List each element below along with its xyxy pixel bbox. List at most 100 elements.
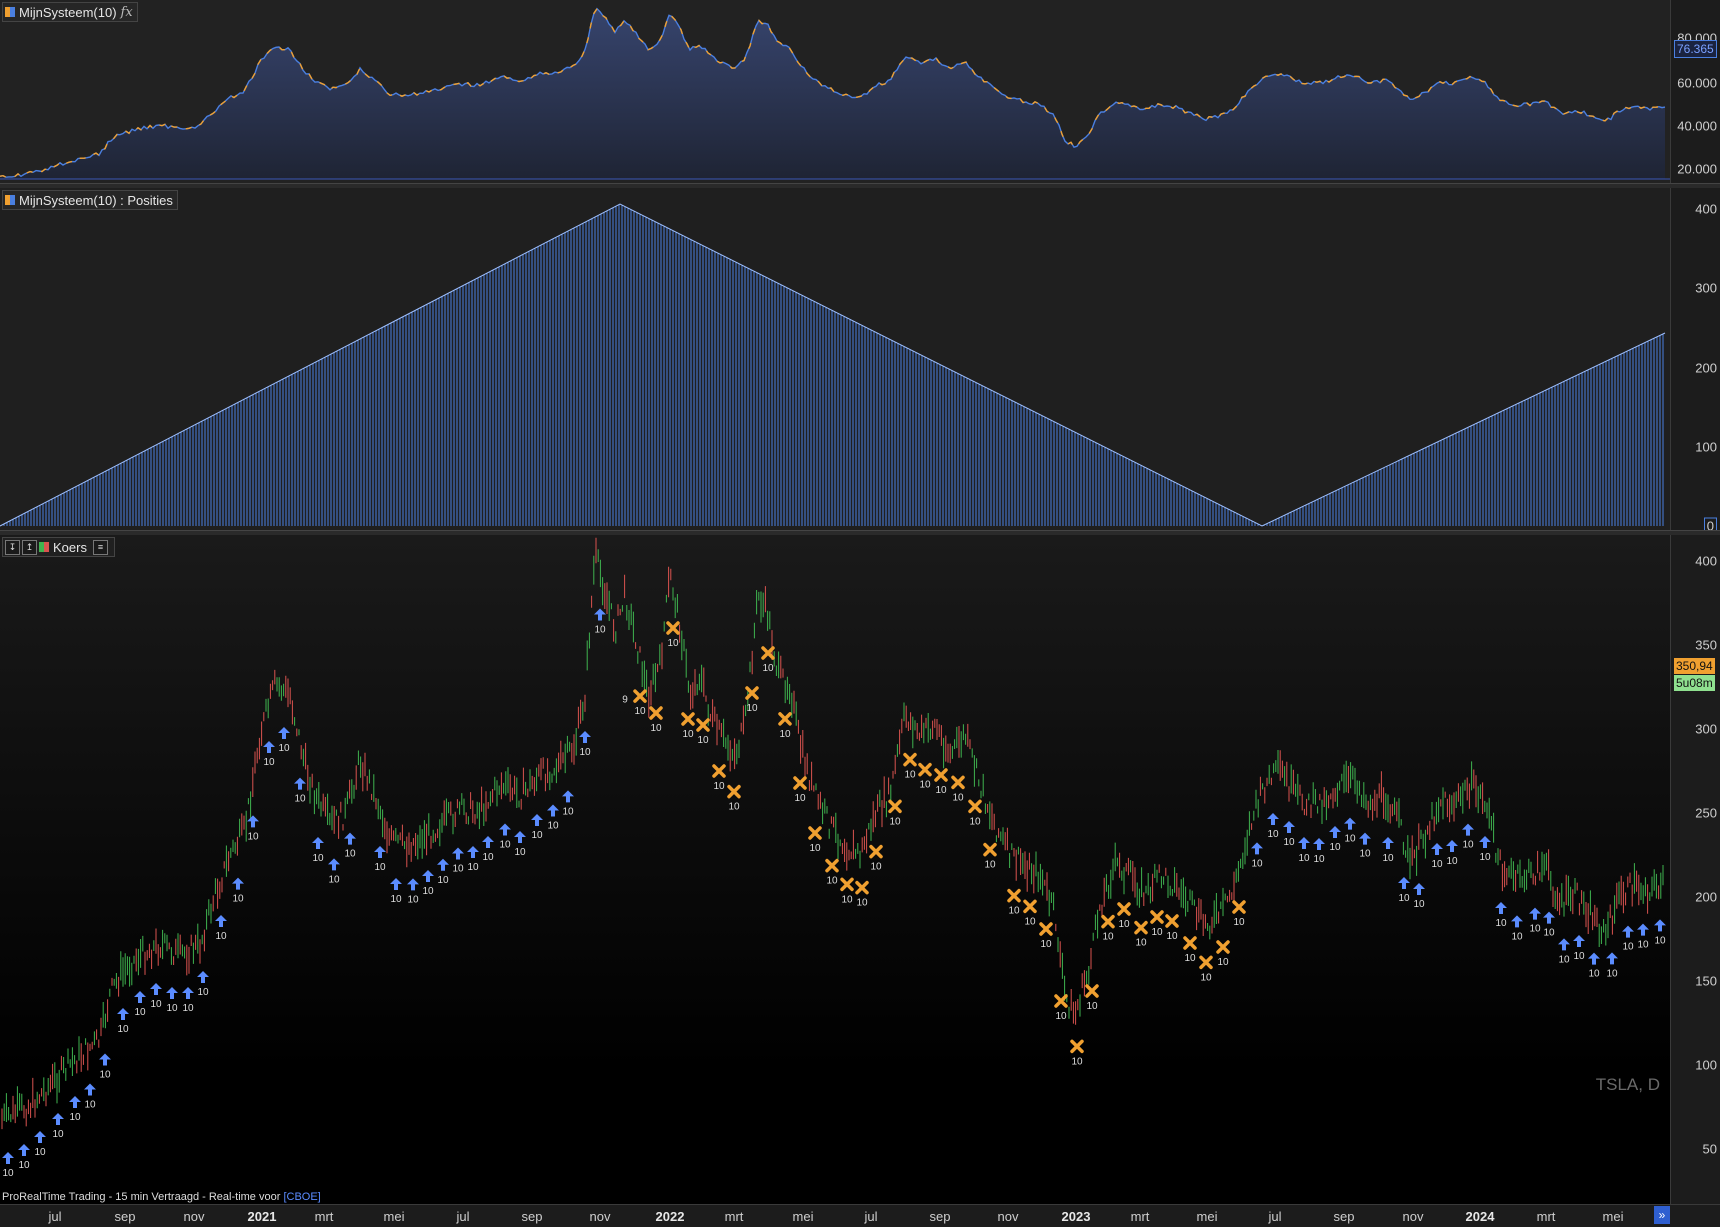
buy-quantity: 10 xyxy=(182,1003,194,1014)
sell-quantity: 10 xyxy=(762,663,774,674)
buy-quantity: 10 xyxy=(374,862,386,873)
equity-chart xyxy=(0,7,1670,180)
buy-quantity: 10 xyxy=(562,806,574,817)
sell-cross-icon xyxy=(1183,936,1197,950)
buy-arrow-icon xyxy=(197,971,209,983)
buy-quantity: 10 xyxy=(166,1003,178,1014)
buy-arrow-icon xyxy=(182,987,194,999)
footer-text: ProRealTime Trading - 15 min Vertraagd -… xyxy=(2,1191,281,1203)
buy-arrow-icon xyxy=(579,731,591,743)
sell-cross-icon xyxy=(869,844,883,859)
buy-quantity: 10 xyxy=(1529,924,1541,935)
buy-quantity: 10 xyxy=(150,999,162,1010)
buy-arrow-icon xyxy=(328,858,340,871)
buy-arrow-icon xyxy=(312,837,324,849)
sell-quantity: 10 xyxy=(870,862,882,873)
sell-cross-icon xyxy=(681,712,695,726)
y-tick: 200 xyxy=(1695,360,1717,376)
sell-quantity: 10 xyxy=(856,898,868,909)
y-tick: 40.000 xyxy=(1677,118,1717,134)
sell-quantity: 10 xyxy=(1008,906,1020,917)
positions-indicator-tag[interactable]: MijnSysteem(10) : Posities xyxy=(2,190,178,210)
equity-panel: MijnSysteem(10) 𝑓x 80.000 60.000 40.000 … xyxy=(0,0,1720,183)
sell-cross-icon xyxy=(808,826,822,840)
buy-quantity: 10 xyxy=(117,1024,129,1035)
partial-quantity: 9 xyxy=(622,695,628,706)
equity-last-value: 76.365 xyxy=(1674,40,1717,58)
buy-quantity: 10 xyxy=(1283,837,1295,848)
buy-arrow-icon xyxy=(232,877,244,890)
x-tick: sep xyxy=(114,1209,136,1224)
sell-cross-icon xyxy=(712,764,726,778)
buy-arrow-icon xyxy=(84,1083,96,1096)
y-tick: 300 xyxy=(1695,280,1717,296)
buy-arrow-icon xyxy=(1298,837,1310,849)
sell-quantity: 10 xyxy=(1166,931,1178,942)
x-tick: mei xyxy=(383,1209,405,1224)
x-tick: 2023 xyxy=(1061,1209,1091,1224)
positions-y-axis[interactable]: 400 300 200 100 0 xyxy=(1670,188,1720,535)
collapse-icon[interactable]: ↧ xyxy=(5,539,20,555)
equity-indicator-tag[interactable]: MijnSysteem(10) 𝑓x xyxy=(2,2,138,22)
buy-quantity: 10 xyxy=(1479,852,1491,863)
buy-arrow-icon xyxy=(134,991,146,1003)
sell-cross-icon xyxy=(983,842,997,857)
sell-quantity: 10 xyxy=(697,735,709,746)
x-tick: mrt xyxy=(1536,1209,1556,1224)
sell-cross-icon xyxy=(1039,922,1053,936)
buy-arrow-icon xyxy=(594,608,606,621)
buy-arrow-icon xyxy=(1446,840,1458,852)
time-axis[interactable]: jul sep nov 2021 mrt mei jul sep nov 2022 mrt mei ju… xyxy=(0,1204,1720,1227)
x-tick: mei xyxy=(792,1209,814,1224)
buy-quantity: 10 xyxy=(390,894,402,905)
buy-arrow-icon xyxy=(1251,842,1263,855)
x-tick: 2021 xyxy=(247,1209,277,1224)
buy-arrow-icon xyxy=(278,727,290,739)
formula-icon[interactable]: 𝑓x xyxy=(121,5,133,20)
sell-quantity: 10 xyxy=(809,843,821,854)
sell-cross-icon xyxy=(825,858,839,873)
buy-quantity: 10 xyxy=(594,625,606,636)
x-tick: mrt xyxy=(1130,1209,1150,1224)
buy-arrow-icon xyxy=(294,777,306,790)
buy-quantity: 10 xyxy=(18,1160,30,1171)
sell-quantity: 10 xyxy=(1024,916,1036,927)
buy-arrow-icon xyxy=(18,1144,30,1156)
cboe-link[interactable]: [CBOE] xyxy=(283,1191,320,1203)
buy-quantity: 10 xyxy=(531,830,543,841)
sell-quantity: 10 xyxy=(1233,917,1245,928)
scroll-right-icon[interactable]: » xyxy=(1654,1206,1670,1224)
sell-quantity: 10 xyxy=(746,703,758,714)
list-icon[interactable]: ≡ xyxy=(92,539,108,555)
buy-arrow-icon xyxy=(562,790,574,803)
buy-arrow-icon xyxy=(1413,883,1425,895)
buy-arrow-icon xyxy=(452,847,464,860)
sell-cross-icon xyxy=(1085,984,1099,998)
buy-arrow-icon xyxy=(99,1053,111,1066)
buy-arrow-icon xyxy=(1283,821,1295,833)
buy-arrow-icon xyxy=(2,1152,14,1164)
buy-quantity: 10 xyxy=(579,747,591,758)
y-tick: 300 xyxy=(1695,721,1717,737)
buy-arrow-icon xyxy=(407,878,419,891)
buy-quantity: 10 xyxy=(514,847,526,858)
buy-arrow-icon xyxy=(1398,877,1410,889)
expand-icon[interactable]: ↥ xyxy=(22,539,37,555)
buy-quantity: 10 xyxy=(1251,858,1263,869)
buy-arrow-icon xyxy=(1495,902,1507,914)
equity-y-axis[interactable]: 80.000 60.000 40.000 20.000 xyxy=(1670,0,1720,183)
buy-quantity: 10 xyxy=(1344,834,1356,845)
buy-quantity: 10 xyxy=(263,757,275,768)
sell-quantity: 10 xyxy=(634,706,646,717)
sell-quantity: 10 xyxy=(650,723,662,734)
price-indicator-tag[interactable]: ↧ ↥ Koers ≡ xyxy=(2,537,115,557)
sell-quantity: 10 xyxy=(1071,1056,1083,1067)
price-y-axis[interactable]: 400 350 300 250 200 150 100 50 xyxy=(1670,535,1720,1204)
buy-arrow-icon xyxy=(1313,838,1325,850)
sell-quantity: 10 xyxy=(1217,957,1229,968)
sell-quantity: 10 xyxy=(1118,919,1130,930)
buy-arrow-icon xyxy=(437,858,449,871)
price-panel: 10 10 10 10 10 10 10 10 10 10 10 10 10 10 10 10 10 10 10 10… xyxy=(0,535,1720,1204)
x-tick: nov xyxy=(1402,1209,1424,1224)
equity-indicator-label: MijnSysteem(10) xyxy=(19,4,117,20)
